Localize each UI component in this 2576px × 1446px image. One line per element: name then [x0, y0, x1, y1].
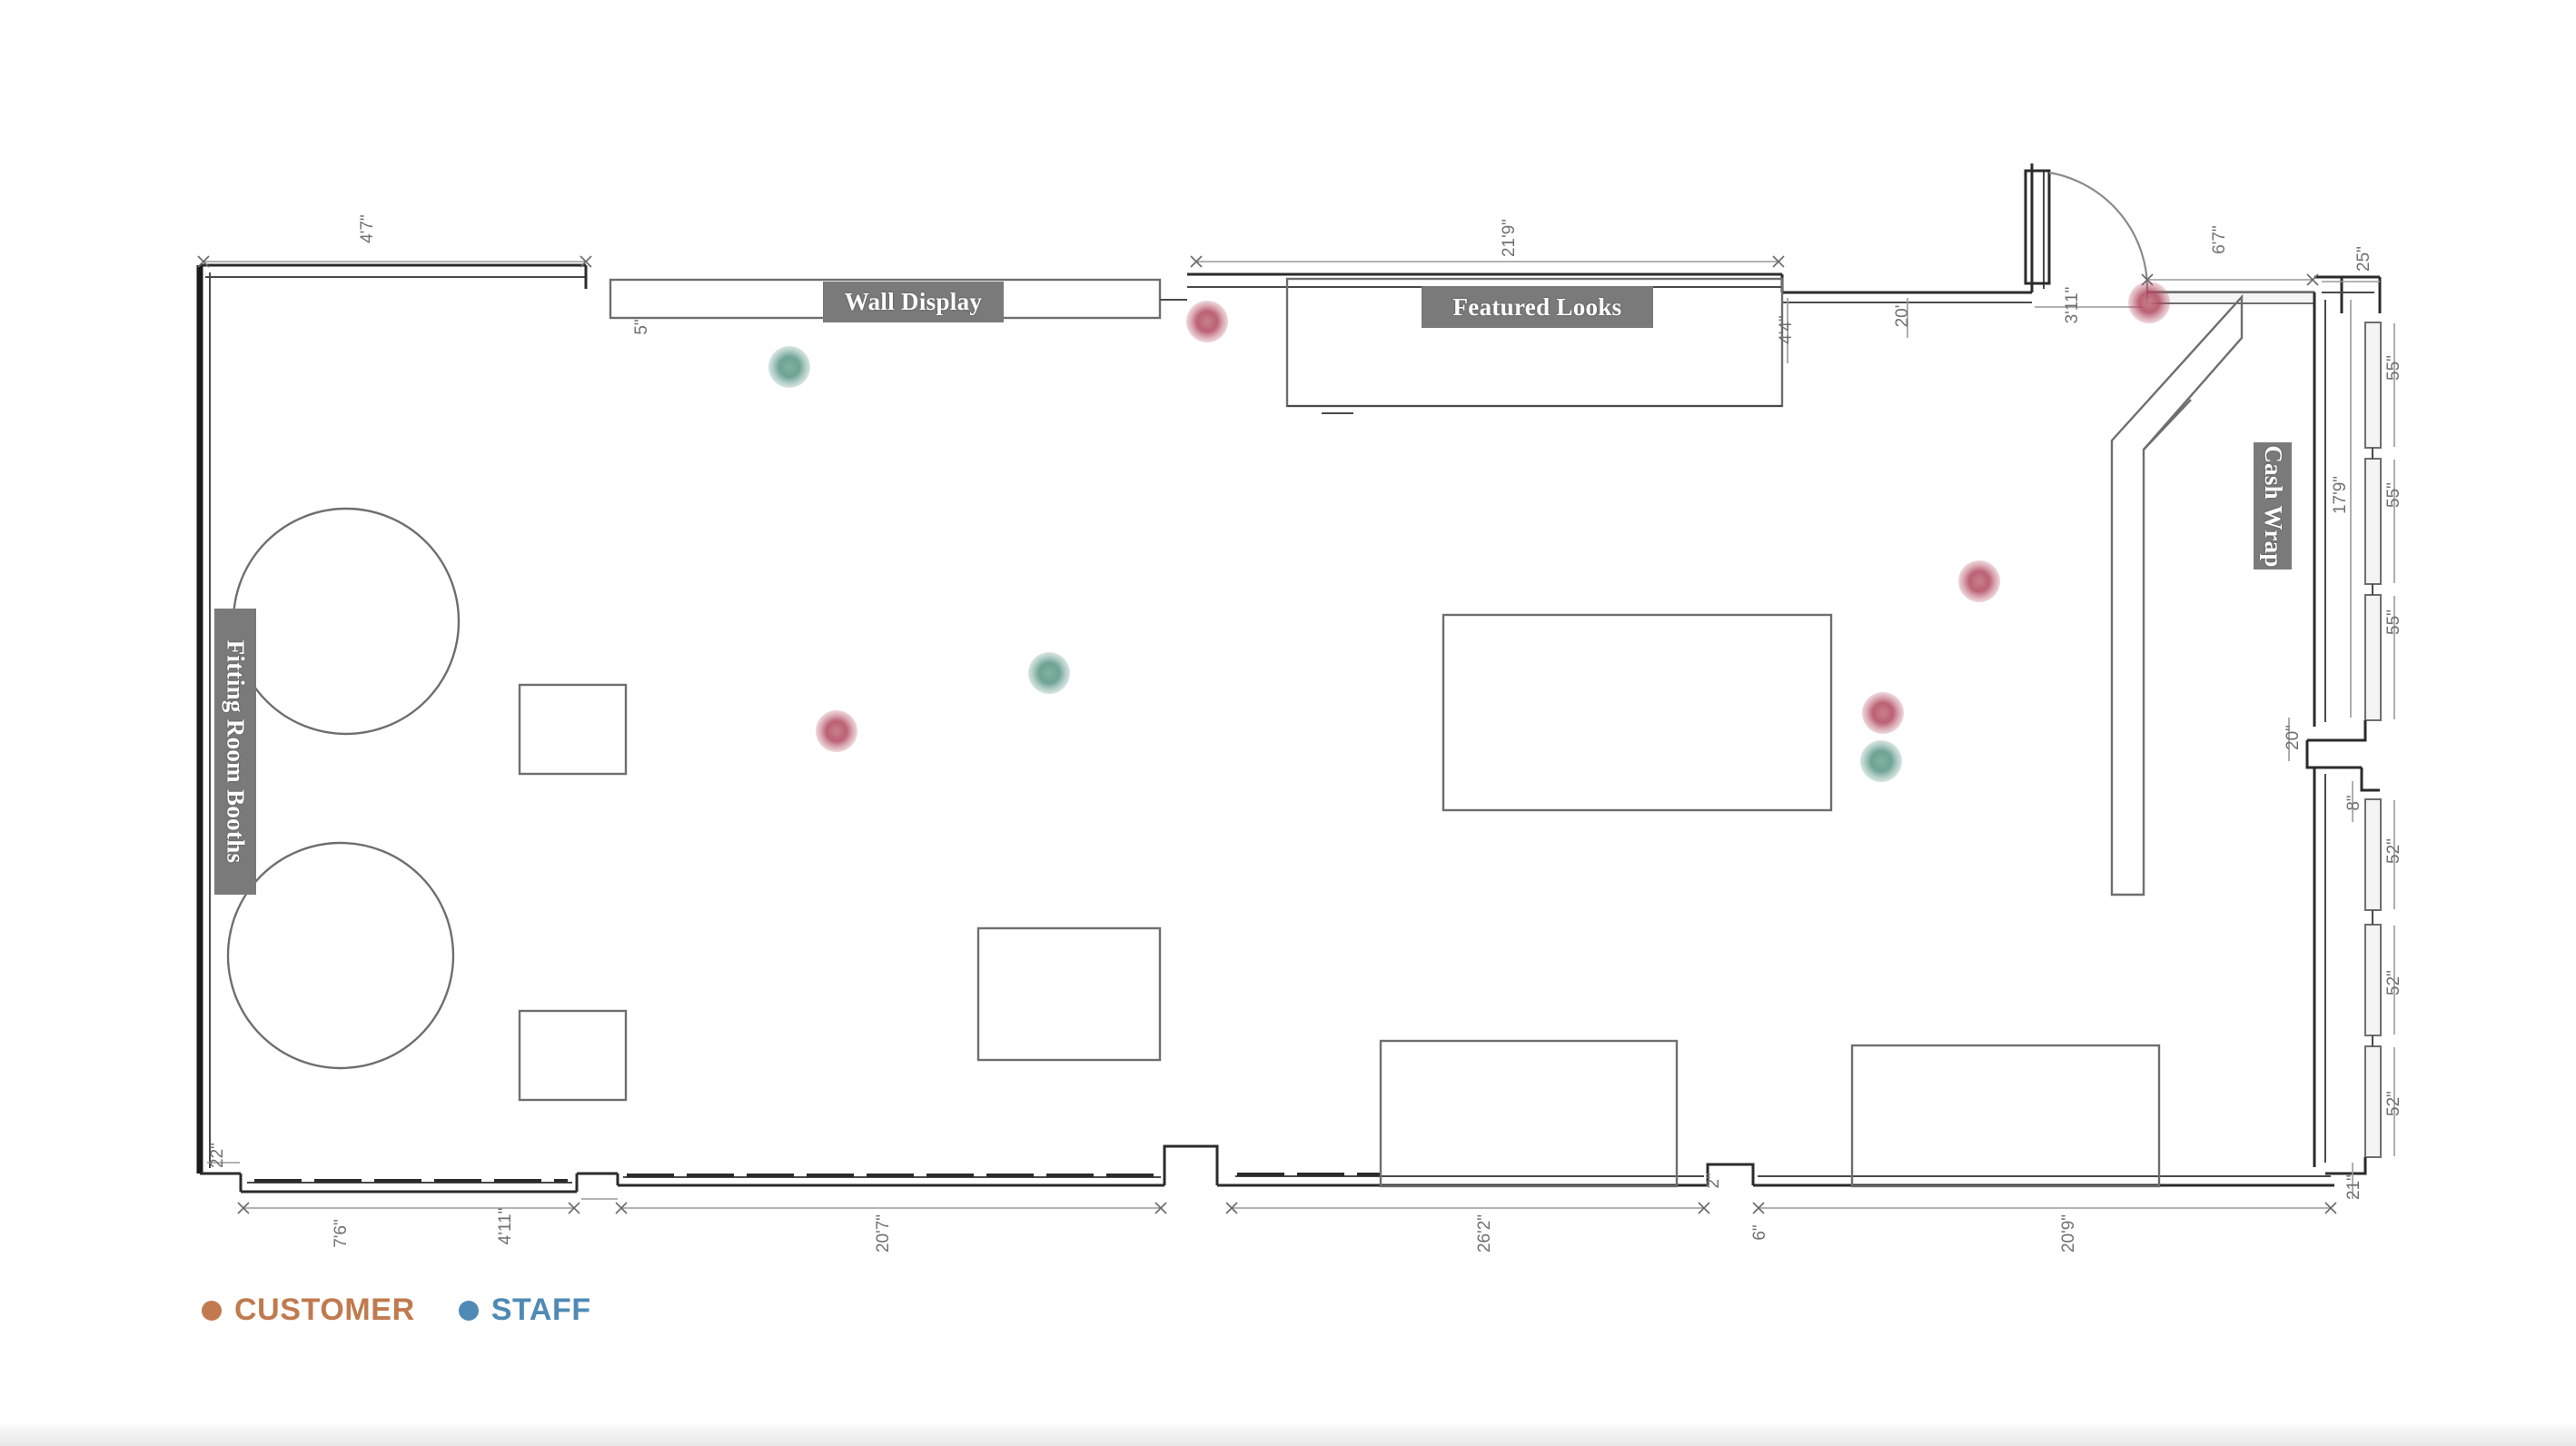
dimension-text: 21" — [2344, 1174, 2363, 1200]
dimension-text: 4'7" — [358, 214, 377, 243]
dimension-text: 52" — [2384, 1091, 2403, 1116]
customer-legend-label: CUSTOMER — [234, 1292, 415, 1327]
floorplan-drawing: .wall{fill:none;stroke:#2b2b2b;stroke-wi… — [196, 163, 2403, 1253]
legend: CUSTOMER STAFF — [202, 1292, 591, 1328]
dimension-text: 4'11" — [496, 1208, 515, 1245]
dimension-text: 21'9" — [1500, 219, 1519, 257]
zone-label-text: Cash Wrap — [2259, 444, 2287, 568]
dimension-text: 6" — [1750, 1224, 1769, 1240]
dimension-text: 20'7" — [874, 1214, 893, 1253]
zone-label-featured-looks: Featured Looks — [1422, 286, 1653, 328]
dimension-text: 20'9" — [2059, 1214, 2078, 1253]
zone-label-cash-wrap: Cash Wrap — [2254, 442, 2292, 569]
staff-legend-label: STAFF — [490, 1292, 591, 1327]
dimension-text: 25" — [2354, 246, 2373, 272]
dimension-text: 52" — [2384, 970, 2403, 995]
dimension-text: 2" — [1704, 1173, 1723, 1188]
dimension-text: 20" — [2284, 725, 2303, 750]
dimension-text: 22" — [208, 1143, 227, 1168]
dimension-text: 7'6" — [332, 1219, 351, 1248]
dimension-text: 55" — [2384, 355, 2403, 381]
dimension-text: 3'11" — [2063, 287, 2082, 324]
page-bottom-edge — [0, 1422, 2576, 1446]
dimension-text: 26'2" — [1475, 1214, 1494, 1253]
legend-item-staff[interactable]: STAFF — [458, 1292, 591, 1328]
dimension-text: 4'4" — [1777, 315, 1796, 344]
dimension-text: 8" — [2344, 795, 2363, 810]
staff-legend-dot — [458, 1300, 479, 1321]
dimension-text: 5" — [632, 319, 651, 334]
floorplan-canvas: .wall{fill:none;stroke:#2b2b2b;stroke-wi… — [0, 0, 2576, 1446]
zone-label-text: Fitting Room Booths — [222, 639, 250, 864]
dimension-text: 6'7" — [2210, 225, 2229, 254]
zone-label-text: Featured Looks — [1452, 292, 1622, 321]
zone-label-fitting-room-booths: Fitting Room Booths — [214, 609, 256, 895]
zone-label-text: Wall Display — [844, 288, 983, 315]
zone-label-wall-display: Wall Display — [823, 282, 1004, 322]
dimension-text: 52" — [2384, 838, 2403, 864]
legend-item-customer[interactable]: CUSTOMER — [202, 1292, 415, 1328]
dimension-text: 55" — [2384, 609, 2403, 635]
customer-legend-dot — [202, 1300, 222, 1321]
dimension-text: 17'9" — [2331, 476, 2350, 514]
dimension-text: 55" — [2384, 482, 2403, 508]
dimension-text: 20' — [1893, 305, 1912, 328]
